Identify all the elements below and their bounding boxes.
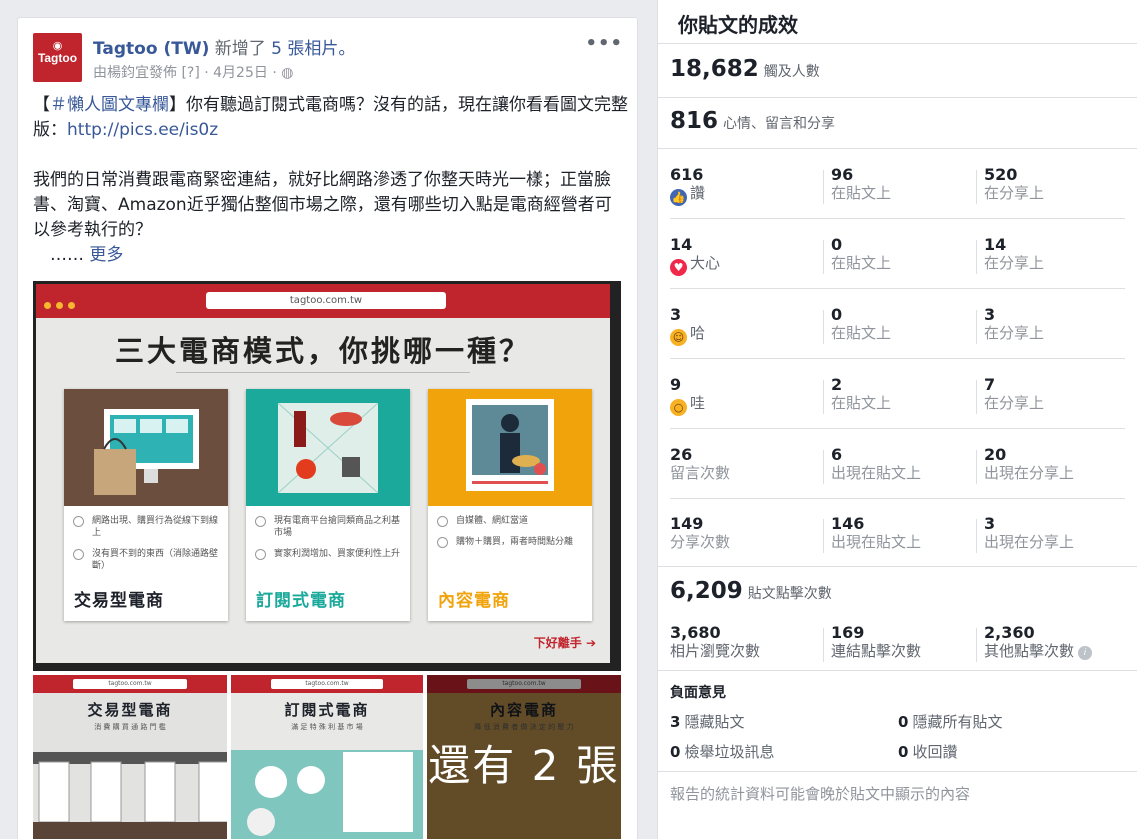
video-performer-illustration — [466, 399, 554, 491]
thumbnail-1[interactable]: tagtoo.com.tw 交易型電商 消 費 購 買 通 路 門 檻 — [33, 675, 227, 839]
fridge-illustration — [33, 752, 227, 839]
post-card: ◉ Tagtoo Tagtoo (TW) 新增了 5 張相片。 由楊鈞宜發佈 [… — [17, 17, 638, 839]
post-meta: 由楊鈞宜發佈 [?] · 4月25日 · ◍ — [93, 62, 293, 82]
haha-total: 3 ☺ 哈 — [670, 305, 706, 346]
browser-bar: tagtoo.com.tw — [36, 284, 610, 318]
post-body: 【＃懶人圖文專欄】你有聽過訂閱式電商嗎？沒有的話，現在讓你看看圖文完整版：htt… — [33, 93, 628, 268]
haha-on-shares: 3 在分享上 — [984, 305, 1045, 343]
clicks-stat: 6,209 貼文點擊次數 — [670, 578, 832, 604]
card-title: 交易型電商 — [74, 591, 164, 611]
wow-icon: ○ — [670, 399, 687, 416]
card-title: 內容電商 — [438, 591, 510, 611]
article-link[interactable]: http://pics.ee/is0z — [67, 120, 218, 140]
comments-on-post: 6 出現在貼文上 — [831, 445, 922, 483]
post-options-button[interactable]: ••• — [585, 33, 623, 54]
comments-on-shares: 20 出現在分享上 — [984, 445, 1075, 483]
see-more-link[interactable]: 更多 — [89, 245, 123, 265]
unlike-stat: 0 收回讚 — [898, 743, 958, 761]
added-text: 新增了 — [214, 39, 266, 59]
thumbnail-2[interactable]: tagtoo.com.tw 訂閱式電商 滿 足 特 殊 利 基 市 場 — [231, 675, 423, 839]
globe-icon[interactable]: ◍ — [281, 65, 293, 81]
hide-post-stat: 3 隱藏貼文 — [670, 713, 745, 731]
card-transaction: 網路出現、購買行為從線下到線上 沒有買不到的東西（消除通路壁斷） 交易型電商 — [64, 389, 228, 621]
comments-total: 26 留言次數 — [670, 445, 731, 483]
page-avatar[interactable]: ◉ Tagtoo — [33, 33, 82, 82]
info-icon[interactable]: i — [1078, 646, 1093, 660]
food-plate-illustration — [231, 750, 423, 839]
post-header: Tagtoo (TW) 新增了 5 張相片。 — [93, 34, 355, 59]
card-subscription: 現有電商平台搶同類商品之利基市場 實家利潤增加、買家便利性上升 訂閱式電商 — [246, 389, 410, 621]
engagement-stat: 816 心情、留言和分享 — [670, 108, 836, 134]
insights-panel: 你貼文的成效 18,682 觸及人數 816 心情、留言和分享 616 👍 讚 96 在… — [657, 0, 1137, 839]
thumbnail-3[interactable]: tagtoo.com.tw 內容電商 降 低 消 費 者 做 決 定 的 壓 力… — [427, 675, 621, 839]
link-clicks: 169 連結點擊次數 — [831, 623, 922, 661]
photo-views: 3,680 相片瀏覽次數 — [670, 623, 761, 661]
photo-thumbnails: tagtoo.com.tw 交易型電商 消 費 購 買 通 路 門 檻 tagt… — [33, 675, 621, 839]
negative-feedback-title: 負面意見 — [670, 685, 726, 701]
browser-url: tagtoo.com.tw — [206, 292, 446, 309]
haha-icon: ☺ — [670, 329, 687, 346]
wow-on-post: 2 在貼文上 — [831, 375, 892, 413]
insights-title: 你貼文的成效 — [678, 13, 798, 37]
shares-on-shares: 3 出現在分享上 — [984, 514, 1075, 552]
card-title: 訂閱式電商 — [256, 591, 346, 611]
love-icon: ♥ — [670, 259, 687, 276]
wow-on-shares: 7 在分享上 — [984, 375, 1045, 413]
hide-all-stat: 0 隱藏所有貼文 — [898, 713, 1003, 731]
shares-on-post: 146 出現在貼文上 — [831, 514, 922, 552]
ellipsis: …… — [33, 245, 84, 265]
insights-footnote: 報告的統計資料可能會晚於貼文中顯示的內容 — [670, 785, 971, 803]
main-photo[interactable]: tagtoo.com.tw 三大電商模式，你挑哪一種？ 網路出現、購買行為從線下… — [33, 281, 621, 671]
wow-total: 9 ○ 哇 — [670, 375, 706, 416]
love-on-post: 0 在貼文上 — [831, 235, 892, 273]
haha-on-post: 0 在貼文上 — [831, 305, 892, 343]
image-headline: 三大電商模式，你挑哪一種？ — [114, 334, 531, 368]
likes-on-shares: 520 在分享上 — [984, 165, 1045, 203]
meta-text: 由楊鈞宜發佈 [?] · 4月25日 · — [93, 65, 277, 81]
card-content: 自媒體、網紅當道 購物＋購買，兩者時間點分離 內容電商 — [428, 389, 592, 621]
browser-mockup: tagtoo.com.tw 三大電商模式，你挑哪一種？ 網路出現、購買行為從線下… — [36, 284, 610, 663]
hashtag-link[interactable]: ＃懶人圖文專欄 — [50, 95, 169, 115]
computer-bag-illustration — [94, 409, 199, 495]
love-total: 14 ♥ 大心 — [670, 235, 721, 276]
like-icon: 👍 — [670, 189, 687, 206]
food-box-illustration — [277, 402, 379, 494]
love-on-shares: 14 在分享上 — [984, 235, 1045, 273]
likes-total: 616 👍 讚 — [670, 165, 706, 206]
page-name-link[interactable]: Tagtoo (TW) — [93, 39, 209, 59]
more-photos-overlay[interactable]: 還有 2 張 — [427, 675, 621, 839]
other-clicks: 2,360 其他點擊次數 i — [984, 624, 1093, 660]
para-prefix: 【 — [33, 95, 50, 115]
reach-stat: 18,682 觸及人數 — [670, 56, 820, 82]
likes-on-post: 96 在貼文上 — [831, 165, 892, 203]
next-hint: 下好離手 ➔ — [533, 636, 596, 650]
photos-link[interactable]: 5 張相片。 — [271, 39, 355, 59]
para2-text: 我們的日常消費跟電商緊密連結，就好比網路滲透了你整天時光一樣；正當臉書、淘寶、A… — [33, 170, 612, 240]
report-spam-stat: 0 檢舉垃圾訊息 — [670, 743, 775, 761]
shares-total: 149 分享次數 — [670, 514, 731, 552]
